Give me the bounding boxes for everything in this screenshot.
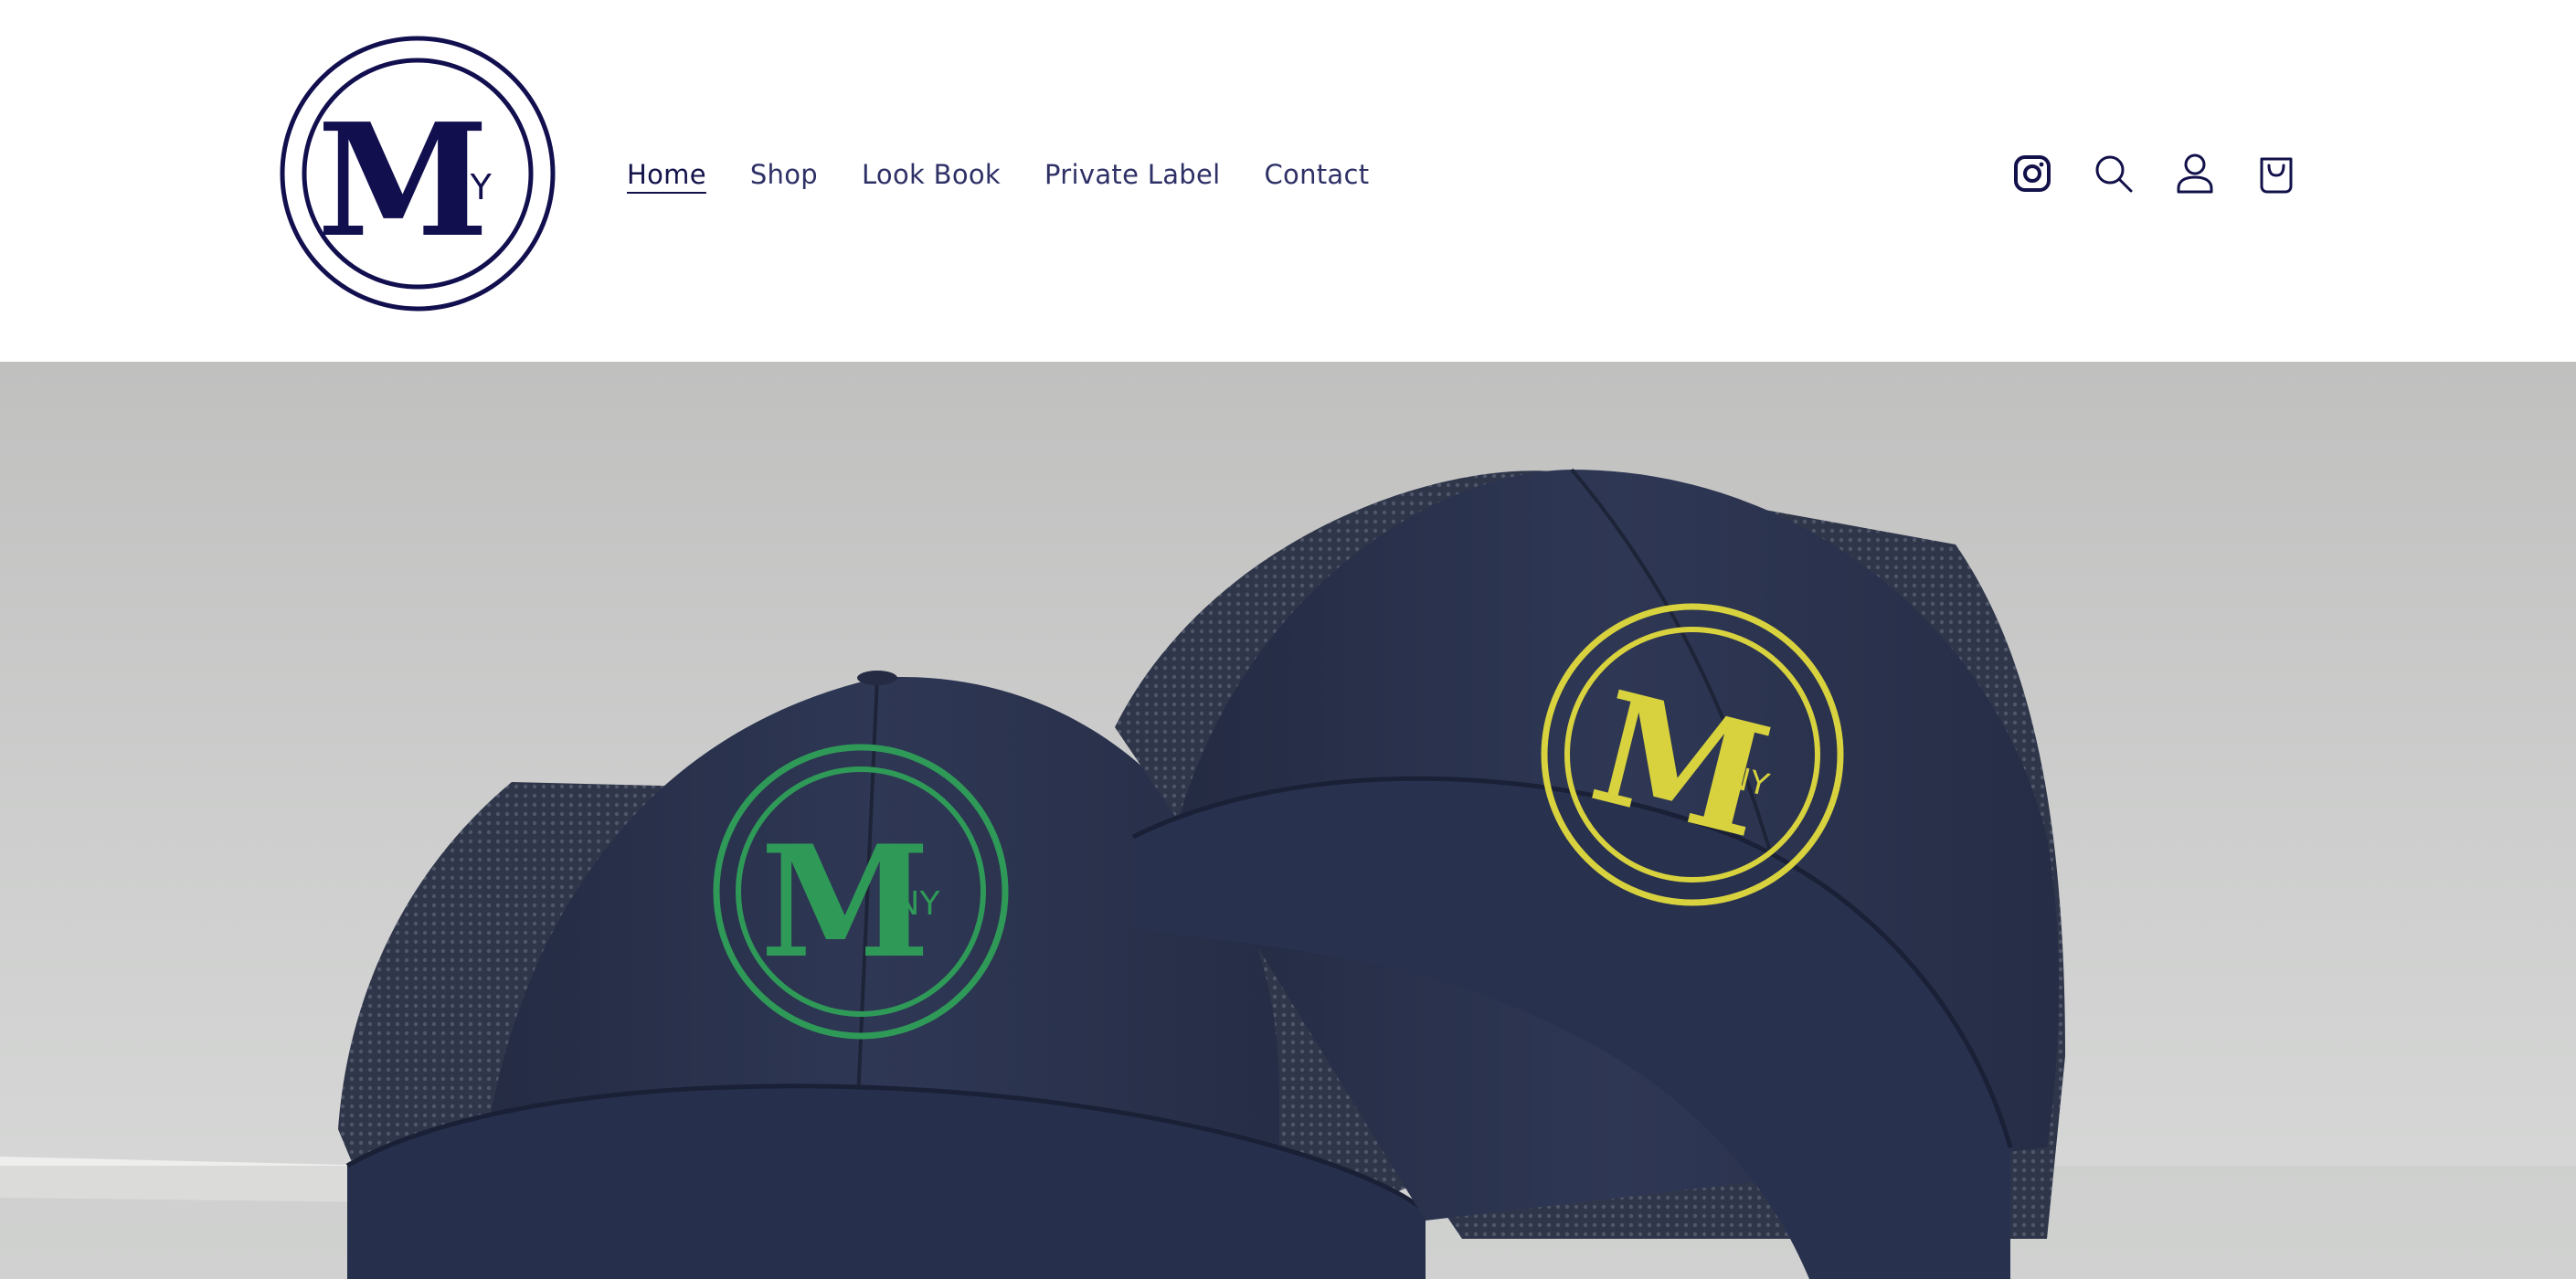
hero-image-two-caps: M NY M NY bbox=[0, 362, 2576, 1279]
nav-contact-link[interactable]: Contact bbox=[1264, 152, 1369, 197]
svg-text:NY: NY bbox=[896, 885, 941, 923]
nav-look-book-link[interactable]: Look Book bbox=[862, 152, 1001, 197]
nav-shop-link[interactable]: Shop bbox=[750, 152, 818, 197]
site-header: M NY Home Shop Look Book Private Label C… bbox=[0, 0, 2576, 362]
instagram-icon[interactable] bbox=[2007, 148, 2058, 199]
brand-logo-icon: M NY bbox=[280, 36, 556, 312]
main-nav: Home Shop Look Book Private Label Contac… bbox=[627, 152, 1413, 197]
nav-private-label-link[interactable]: Private Label bbox=[1044, 152, 1220, 197]
header-icons bbox=[2007, 148, 2302, 199]
svg-text:NY: NY bbox=[444, 167, 492, 207]
hero-banner: M NY M NY bbox=[0, 362, 2576, 1279]
nav-home-link[interactable]: Home bbox=[627, 152, 706, 197]
search-icon[interactable] bbox=[2088, 148, 2139, 199]
account-icon[interactable] bbox=[2169, 148, 2221, 199]
cart-icon[interactable] bbox=[2251, 148, 2302, 199]
brand-logo[interactable]: M NY bbox=[279, 35, 557, 312]
